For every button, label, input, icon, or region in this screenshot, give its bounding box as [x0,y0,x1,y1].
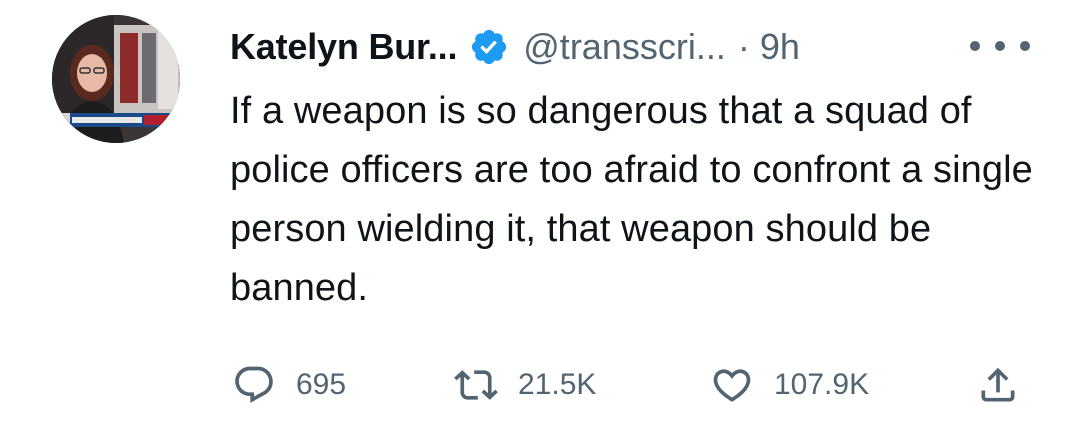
avatar-image [52,15,180,143]
retweet-button[interactable]: 21.5K [454,360,596,410]
reply-button[interactable]: 695 [232,360,346,410]
share-icon [981,367,1015,402]
timestamp[interactable]: 9h [760,26,800,68]
author-handle[interactable]: @transscri... [523,26,726,68]
more-options-icon[interactable] [970,28,1030,64]
reply-count: 695 [296,368,347,401]
more-dot [1020,41,1030,51]
tweet-header: Katelyn Bur... @transscri... · 9h [230,22,800,72]
tweet-actions: 695 21.5K 107.9K [232,360,1032,410]
more-dot [970,41,980,51]
retweet-count: 21.5K [518,368,597,401]
author-name[interactable]: Katelyn Bur... [230,26,457,68]
retweet-icon [454,370,498,400]
tweet-text: If a weapon is so dangerous that a squad… [230,90,1033,309]
like-button[interactable]: 107.9K [710,360,869,410]
separator-dot: · [737,26,750,67]
reply-icon [235,366,273,403]
avatar[interactable] [52,15,180,143]
share-button[interactable] [976,360,1020,410]
more-dot [995,41,1005,51]
like-count: 107.9K [774,368,870,401]
heart-icon [713,369,751,402]
verified-badge-icon [469,27,509,67]
